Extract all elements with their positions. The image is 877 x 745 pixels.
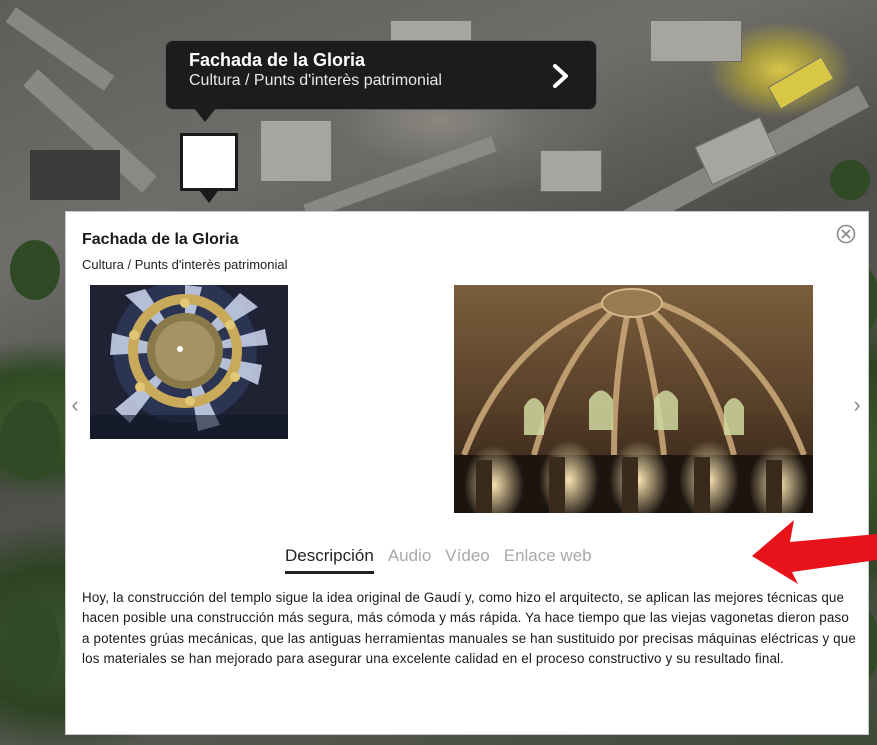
- description-text: Hoy, la construcción del templo sigue la…: [82, 590, 856, 667]
- marker-popup-subtitle: Cultura / Punts d'interès patrimonial: [189, 72, 442, 89]
- info-window: Fachada de la Gloria Cultura / Punts d'i…: [65, 211, 869, 735]
- gallery-prev-arrow[interactable]: ‹: [68, 392, 82, 418]
- info-subtitle: Cultura / Punts d'interès patrimonial: [82, 257, 288, 272]
- tab-descripcion[interactable]: Descripción: [285, 546, 374, 574]
- gallery-image-vault[interactable]: [454, 285, 813, 513]
- map-marker[interactable]: [180, 133, 238, 191]
- map-marker-pin: [200, 191, 218, 203]
- red-arrow-icon: [752, 520, 877, 584]
- popup-tail: [194, 108, 216, 122]
- tab-audio[interactable]: Audio: [388, 546, 431, 574]
- tab-enlace-web[interactable]: Enlace web: [504, 546, 592, 574]
- close-circle-icon[interactable]: [836, 224, 856, 244]
- gallery-image-dome[interactable]: [90, 285, 288, 439]
- gallery-next-arrow[interactable]: ›: [850, 392, 864, 418]
- tab-video[interactable]: Vídeo: [445, 546, 489, 574]
- chevron-right-icon[interactable]: [550, 63, 572, 89]
- marker-popup[interactable]: Fachada de la Gloria Cultura / Punts d'i…: [165, 40, 597, 110]
- info-tabs: Descripción Audio Vídeo Enlace web: [285, 546, 592, 574]
- marker-popup-title: Fachada de la Gloria: [189, 50, 366, 70]
- info-title: Fachada de la Gloria: [82, 231, 239, 248]
